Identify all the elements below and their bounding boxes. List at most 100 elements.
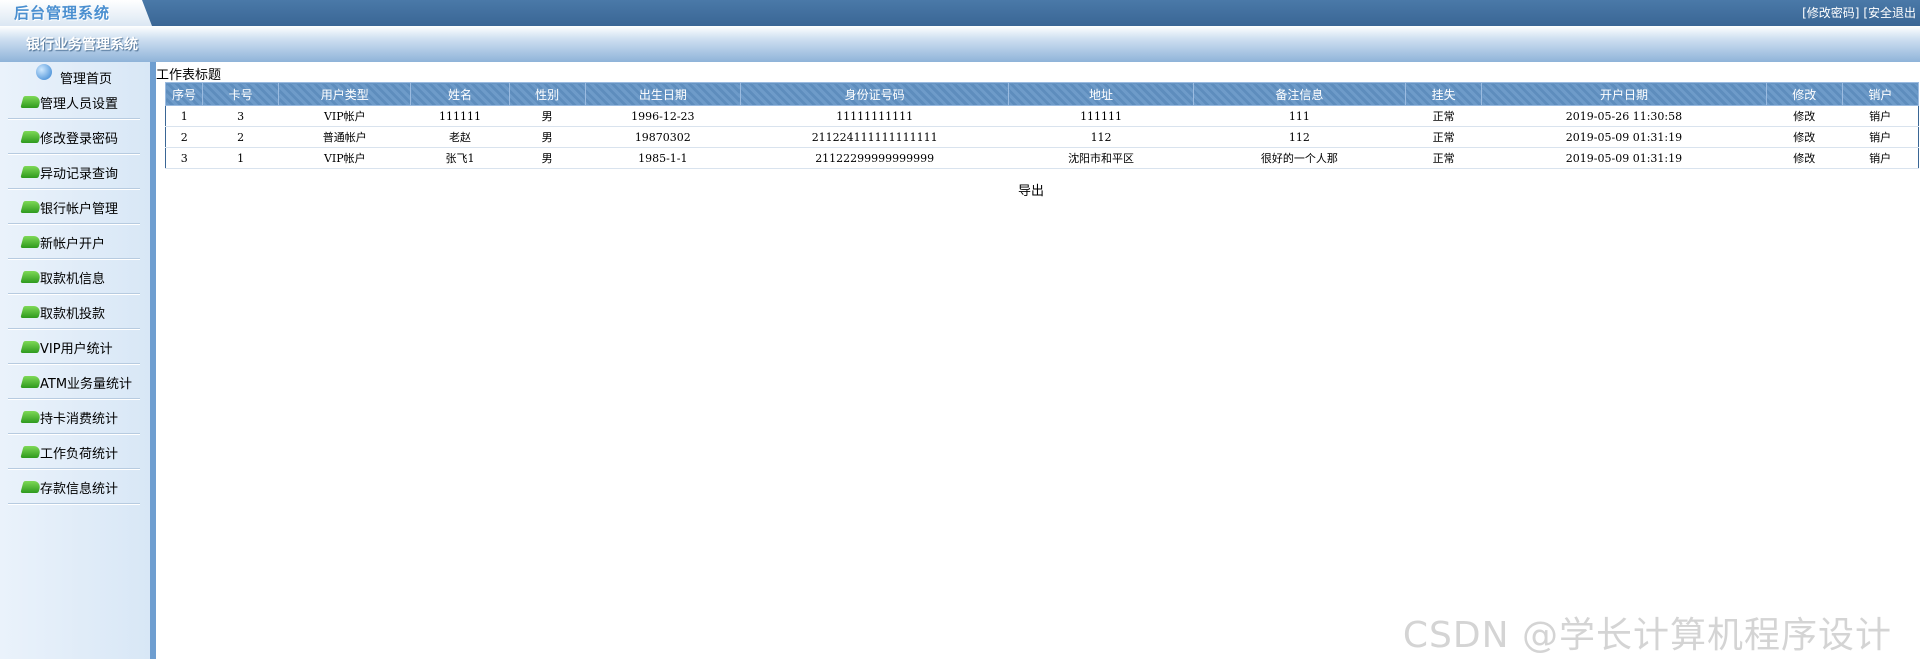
top-links: [修改密码] [安全退出 (1802, 4, 1916, 21)
sidebar-item-label: 银行帐户管理 (40, 202, 119, 217)
cell-loss-status: 正常 (1405, 105, 1482, 127)
column-header: 地址 (1008, 82, 1194, 106)
sidebar-item-label: 新帐户开户 (40, 237, 106, 252)
table-row: 2 2 普通帐户 老赵 男 19870302 21122411111111111… (165, 126, 1919, 148)
cell-card-no: 2 (202, 126, 279, 148)
cell-birth-date: 1996-12-23 (585, 105, 741, 127)
close-account-link[interactable]: 销户 (1842, 147, 1919, 169)
edit-link[interactable]: 修改 (1766, 105, 1843, 127)
cell-birth-date: 19870302 (585, 126, 741, 148)
table-row: 1 3 VIP帐户 111111 男 1996-12-23 1111111111… (165, 105, 1919, 127)
column-header: 开户日期 (1481, 82, 1767, 106)
logout-link[interactable]: [安全退出 (1863, 6, 1916, 20)
sidebar-item-atm-volume-stats[interactable]: ATM业务量统计 (8, 364, 140, 399)
sidebar-item-label: 修改登录密码 (40, 132, 119, 147)
column-header: 卡号 (202, 82, 280, 106)
sidebar-item-label: 持卡消费统计 (40, 412, 119, 427)
globe-icon (36, 64, 52, 80)
arrow-icon (20, 166, 42, 178)
cell-open-date: 2019-05-09 01:31:19 (1481, 126, 1767, 148)
cell-user-type: VIP帐户 (278, 147, 411, 169)
column-header: 用户类型 (278, 82, 412, 106)
cell-name: 老赵 (410, 126, 510, 148)
cell-address: 沈阳市和平区 (1008, 147, 1194, 169)
sidebar-item-label: 取款机信息 (40, 272, 106, 287)
arrow-icon (20, 271, 42, 283)
sub-header (0, 26, 1920, 62)
sidebar-menu: 管理人员设置 修改登录密码 异动记录查询 银行帐户管理 新帐户开户 取款机信息 … (8, 84, 140, 504)
column-header: 身份证号码 (739, 82, 1010, 106)
export-button[interactable]: 导出 (1018, 180, 1044, 199)
cell-open-date: 2019-05-09 01:31:19 (1481, 147, 1767, 169)
cell-name: 张飞1 (410, 147, 510, 169)
sidebar-item-label: 异动记录查询 (40, 167, 119, 182)
arrow-icon (20, 376, 42, 388)
cell-index: 2 (165, 126, 203, 148)
cell-index: 3 (165, 147, 203, 169)
logo-tab: 后台管理系统 (0, 0, 152, 26)
sidebar-item-label: 工作负荷统计 (40, 447, 119, 462)
sidebar-item-label: VIP用户统计 (40, 342, 113, 357)
arrow-icon (20, 201, 42, 213)
arrow-icon (20, 446, 42, 458)
cell-id-number: 11111111111 (740, 105, 1009, 127)
column-header: 备注信息 (1192, 82, 1407, 106)
sidebar-item-label: 存款信息统计 (40, 482, 119, 497)
accounts-table: 序号 卡号 用户类型 姓名 性别 出生日期 身份证号码 地址 备注信息 挂失 开… (164, 82, 1920, 169)
cell-loss-status: 正常 (1405, 126, 1482, 148)
change-password-link[interactable]: [修改密码] (1802, 6, 1859, 20)
logo-text: 后台管理系统 (14, 4, 111, 22)
arrow-icon (20, 481, 42, 493)
cell-notes: 很好的一个人那 (1193, 147, 1406, 169)
system-title: 银行业务管理系统 (26, 37, 138, 53)
cell-gender: 男 (509, 147, 586, 169)
arrow-icon (20, 411, 42, 423)
sidebar-item-admin-settings[interactable]: 管理人员设置 (8, 84, 140, 119)
arrow-icon (20, 341, 42, 353)
cell-notes: 112 (1193, 126, 1406, 148)
cell-gender: 男 (509, 126, 586, 148)
edit-link[interactable]: 修改 (1766, 126, 1843, 148)
worksheet-title: 工作表标题 (156, 68, 222, 83)
top-bar: 后台管理系统 [修改密码] [安全退出 (0, 0, 1920, 26)
cell-notes: 111 (1193, 105, 1406, 127)
sidebar-item-change-login-password[interactable]: 修改登录密码 (8, 119, 140, 154)
column-header: 姓名 (410, 82, 510, 106)
cell-address: 111111 (1008, 105, 1194, 127)
arrow-icon (20, 306, 42, 318)
sidebar-item-vip-stats[interactable]: VIP用户统计 (8, 329, 140, 364)
column-header: 序号 (164, 82, 204, 106)
cell-id-number: 21122299999999999 (740, 147, 1009, 169)
cell-loss-status: 正常 (1405, 147, 1482, 169)
column-header: 销户 (1841, 82, 1920, 106)
cell-user-type: 普通帐户 (278, 126, 411, 148)
cell-card-no: 3 (202, 105, 279, 127)
sidebar-item-workload-stats[interactable]: 工作负荷统计 (8, 434, 140, 469)
cell-address: 112 (1008, 126, 1194, 148)
cell-card-no: 1 (202, 147, 279, 169)
cell-index: 1 (165, 105, 203, 127)
sidebar-item-atm-info[interactable]: 取款机信息 (8, 259, 140, 294)
cell-user-type: VIP帐户 (278, 105, 411, 127)
cell-birth-date: 1985-1-1 (585, 147, 741, 169)
close-account-link[interactable]: 销户 (1842, 126, 1919, 148)
sidebar-item-label: 管理人员设置 (40, 97, 119, 112)
sidebar-item-card-spending-stats[interactable]: 持卡消费统计 (8, 399, 140, 434)
column-header: 性别 (508, 82, 586, 106)
sidebar-item-deposit-stats[interactable]: 存款信息统计 (8, 469, 140, 504)
column-header: 挂失 (1405, 82, 1483, 106)
sidebar-item-label: 取款机投款 (40, 307, 106, 322)
arrow-icon (20, 96, 42, 108)
sidebar-item-change-records[interactable]: 异动记录查询 (8, 154, 140, 189)
sidebar-item-bank-accounts[interactable]: 银行帐户管理 (8, 189, 140, 224)
cell-id-number: 211224111111111111 (740, 126, 1009, 148)
cell-open-date: 2019-05-26 11:30:58 (1481, 105, 1767, 127)
table-row: 3 1 VIP帐户 张飞1 男 1985-1-1 211222999999999… (165, 147, 1919, 169)
table-header-row: 序号 卡号 用户类型 姓名 性别 出生日期 身份证号码 地址 备注信息 挂失 开… (164, 82, 1920, 106)
close-account-link[interactable]: 销户 (1842, 105, 1919, 127)
arrow-icon (20, 236, 42, 248)
sidebar-item-atm-deposit[interactable]: 取款机投款 (8, 294, 140, 329)
column-header: 修改 (1765, 82, 1843, 106)
sidebar-item-new-account[interactable]: 新帐户开户 (8, 224, 140, 259)
edit-link[interactable]: 修改 (1766, 147, 1843, 169)
